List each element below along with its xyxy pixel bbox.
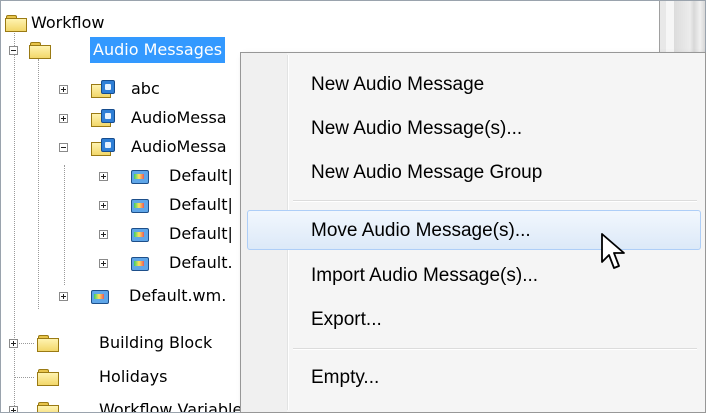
- folder-icon: [37, 369, 59, 386]
- audio-message-icon: [129, 197, 149, 213]
- tree-node-label: Default.: [169, 253, 233, 272]
- menu-item-label: Move Audio Message(s)...: [311, 220, 531, 241]
- expand-icon[interactable]: [59, 292, 68, 301]
- tree-node-label: Default|: [169, 224, 233, 243]
- tree-node-abc[interactable]: abc: [5, 76, 241, 102]
- menu-item-label: New Audio Message(s)...: [311, 118, 523, 139]
- menu-separator: [293, 348, 697, 350]
- tree-node-audio-messages[interactable]: Audio Messages: [5, 37, 265, 63]
- tree-node-label: AudioMessa: [131, 137, 227, 156]
- folder-icon: [37, 335, 59, 352]
- menu-item-new-audio-message-group[interactable]: New Audio Message Group: [247, 153, 701, 193]
- tree-node-label: Default|: [169, 166, 233, 185]
- folder-open-icon: [5, 15, 27, 32]
- tree-node-audiomessa[interactable]: AudioMessa: [5, 134, 241, 160]
- message-group-icon: [91, 80, 115, 98]
- tree-node-label: Workflow Variables: [99, 400, 251, 413]
- expand-icon[interactable]: [9, 339, 18, 348]
- menu-item-label: New Audio Message: [311, 74, 485, 95]
- expand-icon[interactable]: [59, 114, 68, 123]
- menu-item-import-audio-messages[interactable]: Import Audio Message(s)...: [247, 256, 701, 296]
- menu-item-label: Empty...: [311, 367, 380, 388]
- expand-icon[interactable]: [99, 172, 108, 181]
- context-menu: New Audio Message New Audio Message(s)..…: [240, 52, 706, 413]
- tree-node-building-block[interactable]: Building Block: [5, 330, 241, 356]
- audio-message-icon: [129, 168, 149, 184]
- tree-node-label: Workflow: [31, 13, 105, 32]
- tree-node-label: AudioMessa: [131, 108, 227, 127]
- menu-item-new-audio-message[interactable]: New Audio Message: [247, 65, 701, 105]
- folder-open-icon: [29, 42, 51, 59]
- tree-node-label: Building Block: [99, 333, 213, 352]
- tree-node-default[interactable]: Default|: [5, 163, 241, 189]
- menu-item-new-audio-messages[interactable]: New Audio Message(s)...: [247, 109, 701, 149]
- menu-item-empty[interactable]: Empty...: [247, 358, 701, 398]
- menu-item-label: Export...: [311, 309, 382, 330]
- expand-icon[interactable]: [59, 85, 68, 94]
- tree-node-label: Holidays: [99, 367, 168, 386]
- tree-node-default-wm[interactable]: Default.wm.: [5, 283, 241, 309]
- menu-separator: [293, 200, 697, 202]
- expand-icon[interactable]: [9, 406, 18, 412]
- expand-icon[interactable]: [99, 230, 108, 239]
- audio-message-icon: [89, 288, 109, 304]
- tree-node-workflow[interactable]: Workflow: [5, 10, 245, 36]
- collapse-icon[interactable]: [59, 143, 68, 152]
- audio-message-icon: [129, 255, 149, 271]
- expand-icon[interactable]: [99, 201, 108, 210]
- mouse-pointer-icon: [601, 233, 625, 269]
- tree-node-label: Audio Messages: [90, 37, 226, 63]
- tree-node-default[interactable]: Default|: [5, 221, 241, 247]
- tree-node-default[interactable]: Default|: [5, 192, 241, 218]
- menu-item-export[interactable]: Export...: [247, 300, 701, 340]
- expand-icon[interactable]: [99, 259, 108, 268]
- message-group-icon: [91, 138, 115, 156]
- tree-node-label: Default|: [169, 195, 233, 214]
- message-group-icon: [91, 109, 115, 127]
- menu-item-label: New Audio Message Group: [311, 162, 543, 183]
- folder-icon: [37, 402, 59, 412]
- menu-item-label: Import Audio Message(s)...: [311, 265, 539, 286]
- tree-node-default[interactable]: Default.: [5, 250, 241, 276]
- tree-node-audiomessa[interactable]: AudioMessa: [5, 105, 241, 131]
- menu-item-move-audio-messages[interactable]: Move Audio Message(s)...: [247, 210, 701, 250]
- tree-node-label: abc: [131, 79, 160, 98]
- audio-message-icon: [129, 226, 149, 242]
- tree-node-label: Default.wm.: [129, 286, 227, 305]
- collapse-icon[interactable]: [9, 46, 18, 55]
- tree-node-holidays[interactable]: Holidays: [5, 364, 241, 390]
